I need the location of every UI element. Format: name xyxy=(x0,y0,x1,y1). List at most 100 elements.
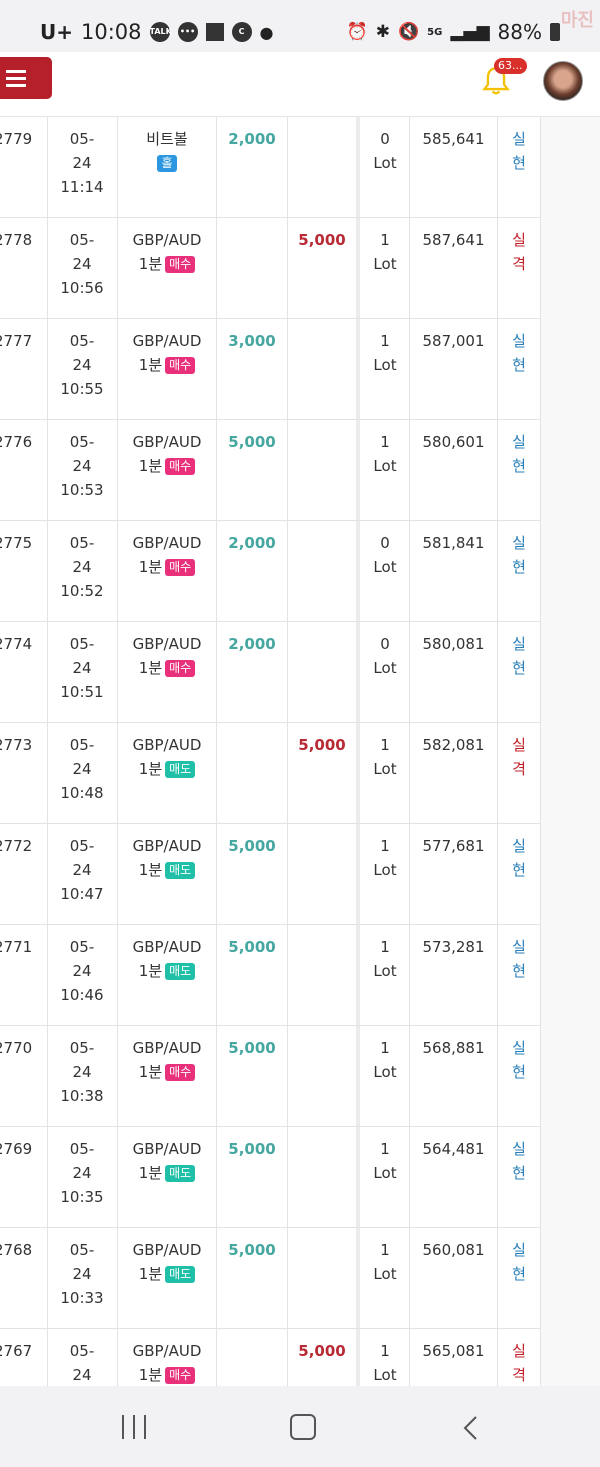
trade-status-line2: 현 xyxy=(512,1063,526,1081)
column-divider xyxy=(287,1026,288,1126)
trade-period: 1분 xyxy=(138,962,163,980)
trade-side-line: 1분 매수 xyxy=(118,252,216,276)
trade-status-line1: 실 xyxy=(512,635,526,653)
trade-side-tag: 매도 xyxy=(165,963,196,980)
trade-status: 실 현 xyxy=(498,1137,540,1185)
trade-lot: 1 Lot xyxy=(361,1339,409,1386)
column-divider xyxy=(287,420,288,520)
trade-date-month: 05- xyxy=(69,433,95,451)
trade-period: 1분 xyxy=(138,659,163,677)
column-divider xyxy=(287,319,288,419)
trade-datetime: 05- 24 10:48 xyxy=(47,733,117,805)
table-row[interactable]: 2778 05- 24 10:56 GBP/AUD 1분매수 5,000 1 L… xyxy=(0,218,541,319)
table-row[interactable]: 2775 05- 24 10:52 GBP/AUD 1분매수 2,000 0 L… xyxy=(0,521,541,622)
trade-symbol: GBP/AUD xyxy=(132,534,202,552)
trade-status-line1: 실 xyxy=(512,231,526,249)
trade-balance: 577,681 xyxy=(422,837,485,855)
trade-date-month: 05- xyxy=(69,1039,95,1057)
trade-status-line1: 실 xyxy=(512,938,526,956)
trade-status: 실 현 xyxy=(498,329,540,377)
table-row[interactable]: 2770 05- 24 10:38 GBP/AUD 1분매수 5,000 1 L… xyxy=(0,1026,541,1127)
trade-id: 2774 xyxy=(0,635,33,653)
trade-symbol: GBP/AUD xyxy=(132,231,202,249)
column-divider xyxy=(540,1026,541,1126)
table-row[interactable]: 2773 05- 24 10:48 GBP/AUD 1분매도 5,000 1 L… xyxy=(0,723,541,824)
table-row[interactable]: 2777 05- 24 10:55 GBP/AUD 1분매수 3,000 1 L… xyxy=(0,319,541,420)
back-chevron-icon[interactable] xyxy=(462,1415,478,1441)
trade-side-tag: 매수 xyxy=(165,458,196,475)
trade-side-tag: 매도 xyxy=(165,761,196,778)
trade-side-line: 1분 매도 xyxy=(118,959,216,983)
column-divider xyxy=(356,521,360,621)
column-divider xyxy=(356,723,360,823)
trade-datetime: 05- 24 10:46 xyxy=(47,935,117,1007)
trade-lot-unit: Lot xyxy=(373,1366,397,1384)
trade-date-day: 24 xyxy=(72,962,92,980)
trade-period: 1분 xyxy=(138,1366,163,1384)
battery-percent: 88% xyxy=(497,20,542,44)
trade-side-tag: 매수 xyxy=(165,559,196,576)
trade-side-tag: 매수 xyxy=(165,256,196,273)
trade-lot-number: 1 xyxy=(380,231,390,249)
trade-lot-unit: Lot xyxy=(373,962,397,980)
avatar[interactable] xyxy=(543,61,583,101)
table-row[interactable]: 2772 05- 24 10:47 GBP/AUD 1분매도 5,000 1 L… xyxy=(0,824,541,925)
trade-symbol: GBP/AUD xyxy=(132,635,202,653)
column-divider xyxy=(356,218,360,318)
column-divider xyxy=(540,420,541,520)
table-row[interactable]: 2768 05- 24 10:33 GBP/AUD 1분매도 5,000 1 L… xyxy=(0,1228,541,1329)
trade-status: 실 격 xyxy=(498,1339,540,1386)
column-divider xyxy=(356,319,360,419)
trade-lot: 1 Lot xyxy=(361,430,409,478)
trade-status-line1: 실 xyxy=(512,534,526,552)
column-divider xyxy=(540,1127,541,1227)
trade-side-line: 1분 매도 xyxy=(118,1262,216,1286)
trade-history-table[interactable]: 2779 05- 24 11:14 비트볼 홀 2,000 0 Lot 585,… xyxy=(0,117,600,1386)
recent-apps-button[interactable] xyxy=(122,1415,148,1439)
trade-history-grid: 2779 05- 24 11:14 비트볼 홀 2,000 0 Lot 585,… xyxy=(0,117,541,1386)
column-divider xyxy=(540,622,541,722)
system-nav-bar xyxy=(0,1387,600,1467)
trade-loss: 5,000 xyxy=(298,231,346,249)
trade-status-line1: 실 xyxy=(512,433,526,451)
table-row[interactable]: 2767 05- 24 GBP/AUD 1분매수 5,000 1 Lot 565… xyxy=(0,1329,541,1386)
column-divider xyxy=(540,824,541,924)
hamburger-menu-button[interactable] xyxy=(0,57,52,99)
trade-profit: 5,000 xyxy=(228,1140,276,1158)
trade-side-line: 1분 매수 xyxy=(118,555,216,579)
trade-date-month: 05- xyxy=(69,1241,95,1259)
trade-period: 1분 xyxy=(138,1164,163,1182)
trade-id: 2771 xyxy=(0,938,33,956)
trade-status: 실 현 xyxy=(498,531,540,579)
trade-symbol-cell: GBP/AUD 1분 매수 xyxy=(118,1339,216,1386)
trade-status-line1: 실 xyxy=(512,130,526,148)
table-row[interactable]: 2771 05- 24 10:46 GBP/AUD 1분매도 5,000 1 L… xyxy=(0,925,541,1026)
column-divider xyxy=(216,218,217,318)
trade-profit: 2,000 xyxy=(228,635,276,653)
trade-balance: 580,601 xyxy=(422,433,485,451)
trade-side-line: 홀 xyxy=(118,151,216,175)
trade-status: 실 격 xyxy=(498,733,540,781)
table-row[interactable]: 2776 05- 24 10:53 GBP/AUD 1분매수 5,000 1 L… xyxy=(0,420,541,521)
trade-status: 실 현 xyxy=(498,834,540,882)
table-row[interactable]: 2769 05- 24 10:35 GBP/AUD 1분매도 5,000 1 L… xyxy=(0,1127,541,1228)
trade-side-line: 1분 매수 xyxy=(118,1060,216,1084)
trade-balance: 564,481 xyxy=(422,1140,485,1158)
notification-badge: 63... xyxy=(494,58,527,74)
trade-time: 10:53 xyxy=(60,481,104,499)
trade-status-line1: 실 xyxy=(512,1342,526,1360)
table-row[interactable]: 2774 05- 24 10:51 GBP/AUD 1분매수 2,000 0 L… xyxy=(0,622,541,723)
table-row[interactable]: 2779 05- 24 11:14 비트볼 홀 2,000 0 Lot 585,… xyxy=(0,117,541,218)
trade-profit: 5,000 xyxy=(228,1241,276,1259)
trade-side-line: 1분 매수 xyxy=(118,454,216,478)
trade-date-month: 05- xyxy=(69,736,95,754)
column-divider xyxy=(540,925,541,1025)
bluetooth-icon: ✱ xyxy=(375,22,390,42)
column-divider xyxy=(287,622,288,722)
mute-icon: 🔇 xyxy=(397,22,420,42)
trade-status-line2: 현 xyxy=(512,861,526,879)
trade-datetime: 05- 24 10:52 xyxy=(47,531,117,603)
home-button[interactable] xyxy=(290,1414,316,1440)
column-divider xyxy=(287,117,288,217)
trade-date-month: 05- xyxy=(69,332,95,350)
